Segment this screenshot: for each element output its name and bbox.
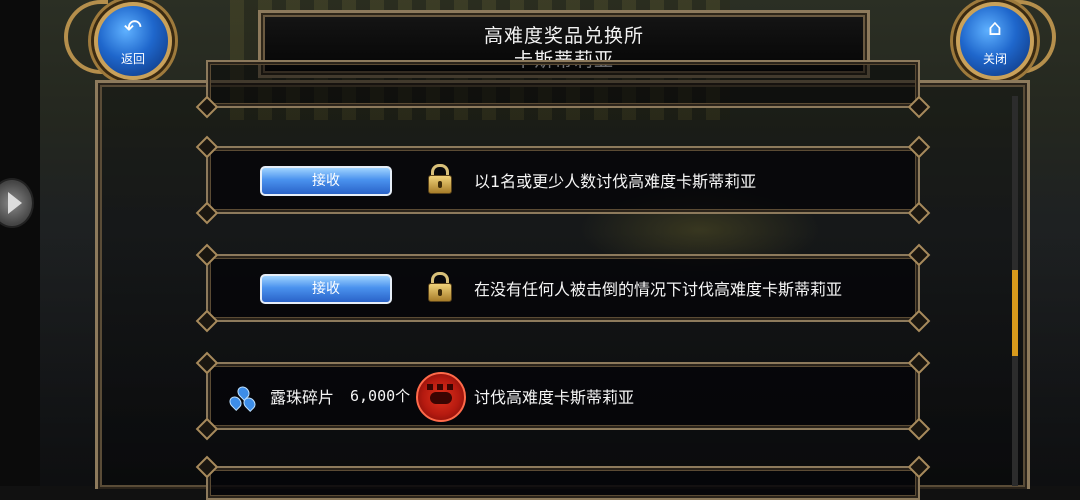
list-item-partial-bottom bbox=[195, 455, 931, 500]
back-button-label: 返回 bbox=[120, 52, 145, 66]
reward-condition: 在没有任何人被击倒的情况下讨伐高难度卡斯蒂莉亚 bbox=[474, 280, 843, 299]
receive-button[interactable]: 接收 bbox=[260, 274, 392, 304]
list-item: 接收 在没有任何人被击倒的情况下讨伐高难度卡斯蒂莉亚 bbox=[195, 243, 931, 333]
reward-condition: 以1名或更少人数讨伐高难度卡斯蒂莉亚 bbox=[474, 172, 757, 191]
reward-condition: 讨伐高难度卡斯蒂莉亚 bbox=[474, 388, 635, 407]
list-item: 接收 以1名或更少人数讨伐高难度卡斯蒂莉亚 bbox=[195, 135, 931, 225]
reward-item-name: 露珠碎片 bbox=[270, 388, 335, 407]
dew-shard-icon bbox=[227, 384, 258, 412]
list-item-partial-top bbox=[195, 60, 931, 119]
boss-emblem-icon bbox=[416, 372, 466, 422]
lock-icon bbox=[428, 272, 452, 302]
back-arrow-icon: ↶ bbox=[123, 16, 143, 41]
close-button[interactable]: ⌂ 关闭 bbox=[956, 2, 1034, 80]
lock-icon bbox=[428, 164, 452, 194]
receive-button[interactable]: 接收 bbox=[260, 166, 392, 196]
scrollbar-thumb[interactable] bbox=[1012, 270, 1018, 356]
list-item: 露珠碎片 6,000个 讨伐高难度卡斯蒂莉亚 bbox=[195, 351, 931, 441]
lock-body bbox=[428, 283, 452, 302]
left-edge-strip bbox=[0, 0, 40, 486]
close-button-label: 关闭 bbox=[982, 52, 1007, 66]
lock-body bbox=[428, 175, 452, 194]
back-button[interactable]: ↶ 返回 bbox=[94, 2, 172, 80]
page-title: 高难度奖品兑换所 bbox=[483, 25, 644, 47]
home-icon: ⌂ bbox=[988, 16, 1002, 41]
reward-item-quantity: 6,000个 bbox=[350, 387, 411, 405]
